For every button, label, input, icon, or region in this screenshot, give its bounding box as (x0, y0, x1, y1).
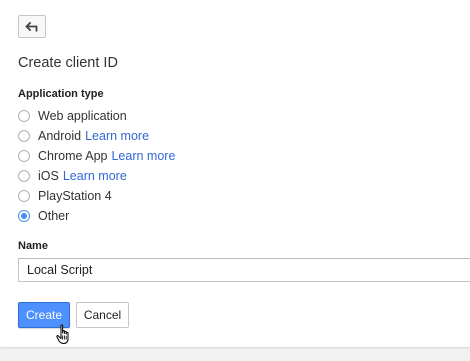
back-arrow-icon (25, 21, 39, 33)
ios-learn-more-link[interactable]: Learn more (63, 169, 127, 183)
chrome-app-learn-more-link[interactable]: Learn more (111, 149, 175, 163)
application-type-label: Application type (18, 88, 104, 100)
application-type-radio-group: Web application Android Learn more Chrom… (18, 106, 175, 226)
radio-selected-dot (21, 213, 27, 219)
create-client-id-panel: Create client ID Application type Web ap… (0, 0, 470, 347)
radio-button[interactable] (18, 130, 30, 142)
radio-label: Chrome App (38, 149, 108, 163)
radio-option-web-application[interactable]: Web application (18, 106, 175, 126)
radio-option-android[interactable]: Android Learn more (18, 126, 175, 146)
radio-label: PlayStation 4 (38, 189, 112, 203)
radio-option-playstation-4[interactable]: PlayStation 4 (18, 186, 175, 206)
radio-button[interactable] (18, 170, 30, 182)
name-input[interactable] (18, 258, 470, 282)
radio-label: Other (38, 209, 70, 223)
radio-button-selected[interactable] (18, 210, 30, 222)
radio-label: iOS (38, 169, 59, 183)
cancel-button[interactable]: Cancel (76, 302, 129, 328)
name-label: Name (18, 240, 48, 252)
back-button[interactable] (18, 15, 46, 38)
radio-button[interactable] (18, 150, 30, 162)
radio-button[interactable] (18, 190, 30, 202)
page-title: Create client ID (18, 55, 118, 71)
radio-button[interactable] (18, 110, 30, 122)
radio-option-other[interactable]: Other (18, 206, 175, 226)
radio-option-chrome-app[interactable]: Chrome App Learn more (18, 146, 175, 166)
hand-pointer-icon (56, 324, 74, 346)
android-learn-more-link[interactable]: Learn more (85, 129, 149, 143)
radio-label: Android (38, 129, 82, 143)
radio-option-ios[interactable]: iOS Learn more (18, 166, 175, 186)
radio-label: Web application (38, 109, 127, 123)
